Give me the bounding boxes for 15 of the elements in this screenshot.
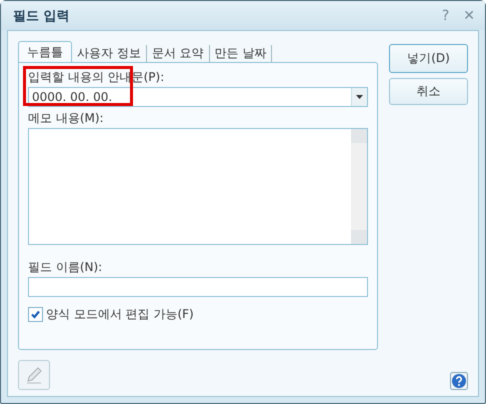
checkbox[interactable]	[28, 307, 43, 322]
memo-textarea[interactable]	[28, 128, 368, 245]
checkbox-label: 양식 모드에서 편집 가능(F)	[46, 306, 194, 323]
scrollbar[interactable]	[351, 129, 367, 244]
input-field[interactable]	[28, 277, 368, 297]
field-label: 메모 내용(M):	[28, 111, 105, 126]
pencil-button[interactable]	[18, 360, 50, 390]
pencil-icon	[24, 365, 44, 385]
window-title: 필드 입력	[13, 8, 70, 24]
dialog-button[interactable]: 취소	[389, 78, 468, 105]
field-label: 필드 이름(N):	[28, 260, 104, 275]
dialog-button[interactable]: 넣기(D)	[389, 44, 468, 73]
tab[interactable]: 누름틀	[18, 41, 72, 63]
help-icon[interactable]	[450, 372, 468, 390]
prompt-dropdown[interactable]: 0000. 00. 00.	[28, 87, 368, 107]
